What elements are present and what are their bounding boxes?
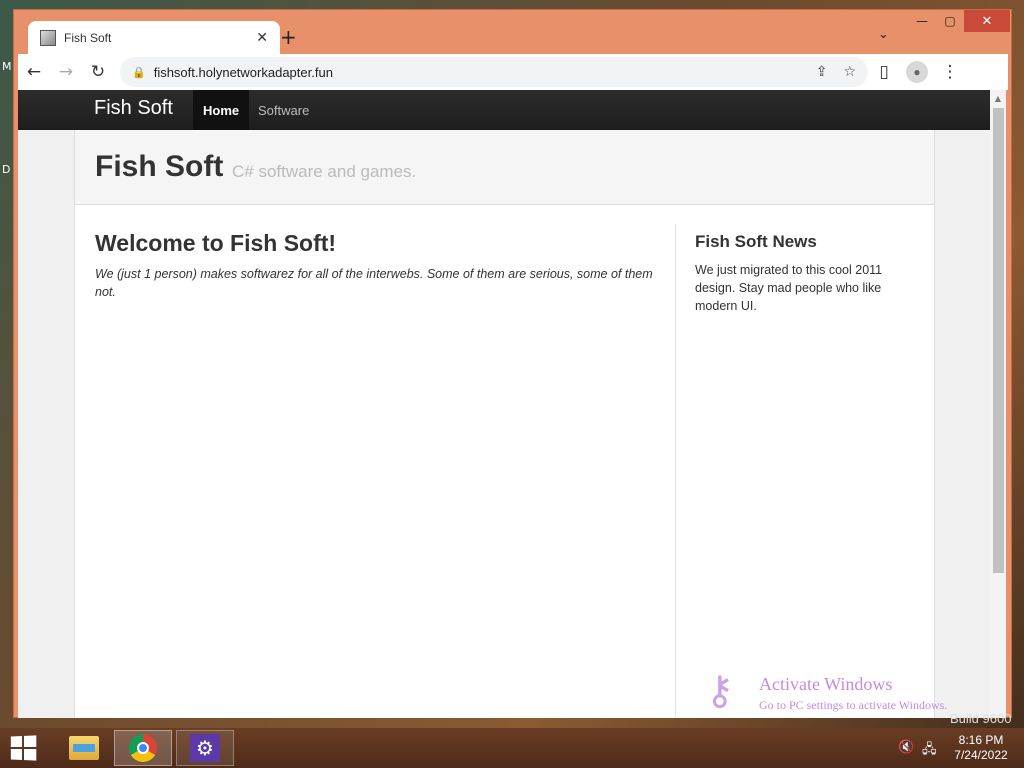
browser-window: Fish Soft ✕ + ⌄ — ▢ ✕ ← → ↻ 🔒 fishsoft.h…	[13, 9, 1012, 718]
side-panel-icon[interactable]: ▯	[868, 56, 900, 88]
nav-software[interactable]: Software	[248, 90, 319, 130]
tab-fish-soft[interactable]: Fish Soft ✕	[28, 21, 280, 55]
lock-icon[interactable]: 🔒	[132, 66, 146, 79]
share-icon[interactable]: ⇪	[816, 64, 828, 80]
profile-avatar-icon[interactable]: ●	[906, 61, 928, 83]
watermark-title: Activate Windows	[759, 674, 893, 694]
scroll-thumb[interactable]	[993, 108, 1004, 573]
bookmark-star-icon[interactable]: ☆	[843, 64, 856, 80]
news-sidebar: Fish Soft News We just migrated to this …	[695, 232, 915, 315]
maximize-button[interactable]: ▢	[936, 10, 964, 32]
desktop-edge-glyph: D	[2, 163, 11, 176]
tab-search-icon[interactable]: ⌄	[878, 27, 889, 42]
hero-title: Fish Soft	[95, 150, 224, 183]
content-container: Fish Soft C# software and games. Welcome…	[74, 130, 935, 718]
main-column: Welcome to Fish Soft! We (just 1 person)…	[95, 230, 675, 301]
news-text: We just migrated to this cool 2011 desig…	[695, 263, 883, 313]
tab-strip: Fish Soft ✕ + ⌄ — ▢ ✕	[14, 10, 1011, 55]
menu-kebab-icon[interactable]: ⋮	[934, 56, 966, 88]
build-number: Build 9600	[950, 711, 1012, 726]
minimize-button[interactable]: —	[908, 10, 936, 32]
taskbar: ⚙ 🔇 🖧 8:16 PM 7/24/2022	[0, 728, 1024, 768]
reload-button[interactable]: ↻	[82, 56, 114, 88]
column-divider	[675, 224, 676, 718]
news-heading: Fish Soft News	[695, 232, 817, 251]
volume-muted-icon[interactable]: 🔇	[898, 740, 914, 755]
close-tab-icon[interactable]: ✕	[256, 30, 268, 46]
tab-title: Fish Soft	[64, 31, 112, 45]
site-brand[interactable]: Fish Soft	[94, 97, 173, 120]
page-viewport: Fish Soft Home Software Fish Soft C# sof…	[18, 90, 1006, 718]
desktop-edge-glyph: M	[2, 60, 12, 73]
url-text[interactable]: fishsoft.holynetworkadapter.fun	[154, 65, 800, 80]
watermark-subtitle: Go to PC settings to activate Windows.	[759, 698, 948, 712]
key-icon: ⚷	[705, 668, 735, 714]
hero-subtitle: C# software and games.	[232, 162, 417, 181]
file-explorer-icon[interactable]	[55, 730, 113, 766]
new-tab-icon[interactable]: +	[280, 25, 297, 49]
chrome-icon[interactable]	[114, 730, 172, 766]
welcome-text: We (just 1 person) makes softwarez for a…	[95, 267, 653, 299]
network-icon[interactable]: 🖧	[922, 740, 937, 762]
nav-home[interactable]: Home	[193, 90, 250, 130]
clock-date: 7/24/2022	[954, 748, 1008, 762]
system-clock[interactable]: 8:16 PM 7/24/2022	[948, 733, 1014, 763]
address-bar[interactable]: 🔒 fishsoft.holynetworkadapter.fun ⇪ ☆	[120, 57, 868, 87]
close-window-button[interactable]: ✕	[964, 10, 1010, 32]
hero-unit: Fish Soft C# software and games.	[75, 130, 934, 205]
forward-button[interactable]: →	[50, 56, 82, 88]
vertical-scrollbar[interactable]: ▲	[990, 90, 1006, 718]
back-button[interactable]: ←	[18, 56, 50, 88]
start-windows-icon[interactable]	[8, 734, 38, 762]
welcome-heading: Welcome to Fish Soft!	[95, 230, 337, 256]
favicon-icon	[40, 30, 56, 46]
settings-gear-icon[interactable]: ⚙	[176, 730, 234, 766]
browser-toolbar: ← → ↻ 🔒 fishsoft.holynetworkadapter.fun …	[18, 54, 1008, 90]
clock-time: 8:16 PM	[958, 733, 1004, 747]
site-navbar: Fish Soft Home Software	[18, 90, 990, 130]
scroll-up-arrow-icon[interactable]: ▲	[990, 90, 1006, 106]
